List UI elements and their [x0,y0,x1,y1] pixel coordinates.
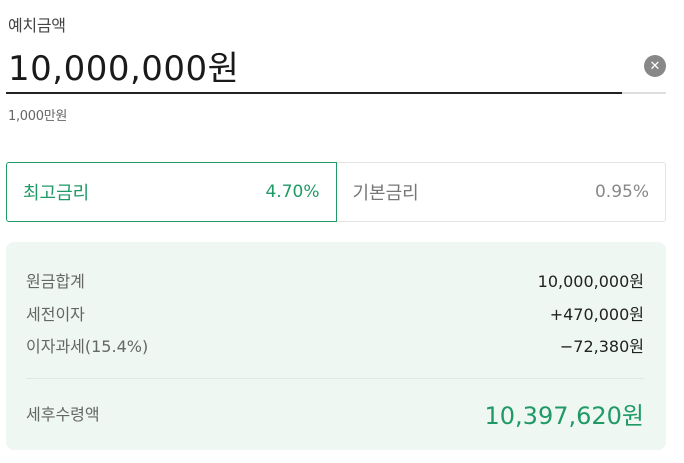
rate-tabs: 최고금리 4.70% 기본금리 0.95% [6,162,666,222]
principal-row: 원금합계 10,000,000원 [26,268,644,292]
deposit-amount-label: 예치금액 [8,16,66,35]
tab-base-rate[interactable]: 기본금리 0.95% [336,162,666,222]
tab-max-rate-value: 4.70% [265,182,320,202]
summary-card: 원금합계 10,000,000원 세전이자 +470,000원 이자과세(15.… [6,242,666,450]
clear-icon[interactable]: ✕ [644,55,666,77]
principal-label: 원금합계 [26,272,85,291]
deposit-calculator: 예치금액 ✕ 1,000만원 최고금리 4.70% 기본금리 0.95% 원금합… [0,0,684,463]
interest-value: +470,000원 [549,305,644,324]
tab-base-rate-value: 0.95% [594,182,649,202]
deposit-amount-input[interactable] [6,40,626,90]
amount-field-row: ✕ [6,40,666,96]
net-amount-row: 세후수령액 10,397,620원 [26,396,644,430]
net-amount-value: 10,397,620원 [484,401,645,430]
tax-label: 이자과세(15.4%) [26,337,149,356]
net-amount-label: 세후수령액 [26,405,100,424]
tax-row: 이자과세(15.4%) −72,380원 [26,333,644,357]
interest-row: 세전이자 +470,000원 [26,301,644,325]
amount-hint: 1,000만원 [8,109,68,124]
summary-divider [26,378,644,379]
amount-underline-tail [622,92,666,94]
principal-value: 10,000,000원 [537,272,644,291]
tab-max-rate-label: 최고금리 [23,183,90,204]
interest-label: 세전이자 [26,305,85,324]
tax-value: −72,380원 [559,337,644,356]
tab-max-rate[interactable]: 최고금리 4.70% [6,162,337,222]
tab-base-rate-label: 기본금리 [352,183,419,204]
clear-glyph: ✕ [649,58,661,74]
amount-underline [6,92,622,94]
